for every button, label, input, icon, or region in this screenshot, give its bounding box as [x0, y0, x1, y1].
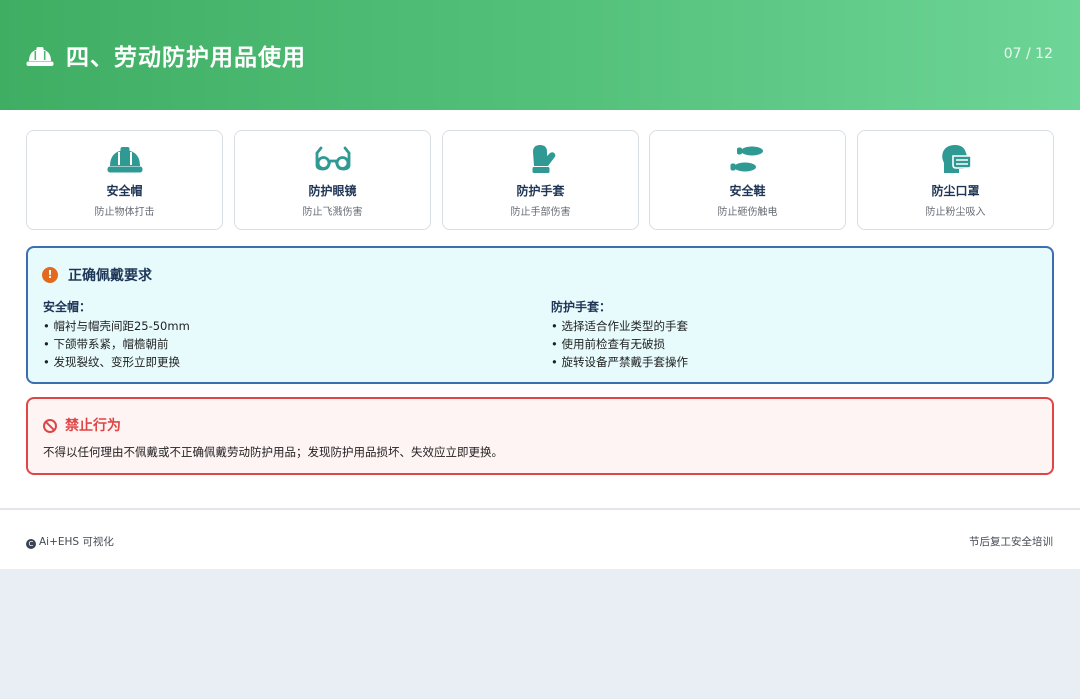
helmet-requirements-title: 安全帽：	[43, 300, 92, 314]
gloves-requirements: 防护手套： 选择适合作业类型的手套 使用前检查有无破损 旋转设备严禁戴手套操作	[551, 299, 1031, 371]
mitten-icon	[532, 145, 555, 173]
footer-brand-text: Ai+EHS 可视化	[39, 536, 114, 548]
list-item: 选择适合作业类型的手套	[551, 317, 1031, 335]
prohibited-text: 不得以任何理由不佩戴或不正确佩戴劳动防护用品；发现防护用品损坏、失效应立即更换。	[43, 445, 503, 459]
equipment-name: 防尘口罩	[931, 184, 980, 198]
header-bar: 四、劳动防护用品使用 07 / 12	[0, 0, 1080, 110]
footer-brand: C Ai+EHS 可视化	[26, 534, 114, 549]
footer-course-name: 节后复工安全培训	[969, 536, 1053, 548]
slide: 四、劳动防护用品使用 07 / 12 安全帽 防止物体打击 防护眼镜 防止飞溅伤…	[0, 0, 1080, 569]
prohibited-title: 禁止行为	[65, 418, 121, 434]
head-mask-icon	[941, 145, 972, 173]
equipment-card-gloves: 防护手套 防止手部伤害	[442, 130, 639, 230]
equipment-name: 防护眼镜	[308, 184, 357, 198]
equipment-card-helmet: 安全帽 防止物体打击	[26, 130, 223, 230]
footer-divider	[0, 508, 1080, 510]
equipment-name: 安全帽	[106, 184, 143, 198]
glasses-icon	[315, 146, 350, 171]
copyright-icon: C	[26, 539, 36, 549]
gloves-requirements-title: 防护手套：	[551, 300, 612, 314]
shoe-prints-icon	[730, 146, 763, 172]
prohibited-behavior-panel: 禁止行为 不得以任何理由不佩戴或不正确佩戴劳动防护用品；发现防护用品损坏、失效应…	[26, 397, 1054, 475]
hard-hat-icon	[26, 47, 54, 66]
requirements-title: 正确佩戴要求	[68, 268, 152, 284]
ban-icon	[43, 419, 57, 433]
equipment-desc: 防止粉尘吸入	[925, 207, 986, 218]
list-item: 发现裂纹、变形立即更换	[43, 353, 523, 371]
equipment-desc: 防止砸伤触电	[717, 207, 778, 218]
hard-hat-icon	[107, 147, 142, 173]
equipment-card-glasses: 防护眼镜 防止飞溅伤害	[234, 130, 431, 230]
equipment-name: 安全鞋	[729, 184, 766, 198]
equipment-cards: 安全帽 防止物体打击 防护眼镜 防止飞溅伤害 防护手套 防止手部伤害 安全鞋 防…	[26, 130, 1054, 230]
list-item: 使用前检查有无破损	[551, 335, 1031, 353]
equipment-desc: 防止物体打击	[94, 207, 155, 218]
helmet-requirements: 安全帽： 帽衬与帽壳间距25-50mm 下颌带系紧，帽檐朝前 发现裂纹、变形立即…	[43, 299, 523, 371]
equipment-desc: 防止手部伤害	[510, 207, 571, 218]
wearing-requirements-panel: ! 正确佩戴要求 安全帽： 帽衬与帽壳间距25-50mm 下颌带系紧，帽檐朝前 …	[26, 246, 1054, 384]
equipment-desc: 防止飞溅伤害	[302, 207, 363, 218]
list-item: 旋转设备严禁戴手套操作	[551, 353, 1031, 371]
equipment-name: 防护手套	[516, 184, 565, 198]
page-number: 07 / 12	[1003, 46, 1053, 62]
list-item: 帽衬与帽壳间距25-50mm	[43, 317, 523, 335]
equipment-card-shoes: 安全鞋 防止砸伤触电	[649, 130, 846, 230]
exclamation-circle-icon: !	[42, 267, 58, 283]
equipment-card-mask: 防尘口罩 防止粉尘吸入	[857, 130, 1054, 230]
list-item: 下颌带系紧，帽檐朝前	[43, 335, 523, 353]
page-title: 四、劳动防护用品使用	[66, 45, 306, 71]
